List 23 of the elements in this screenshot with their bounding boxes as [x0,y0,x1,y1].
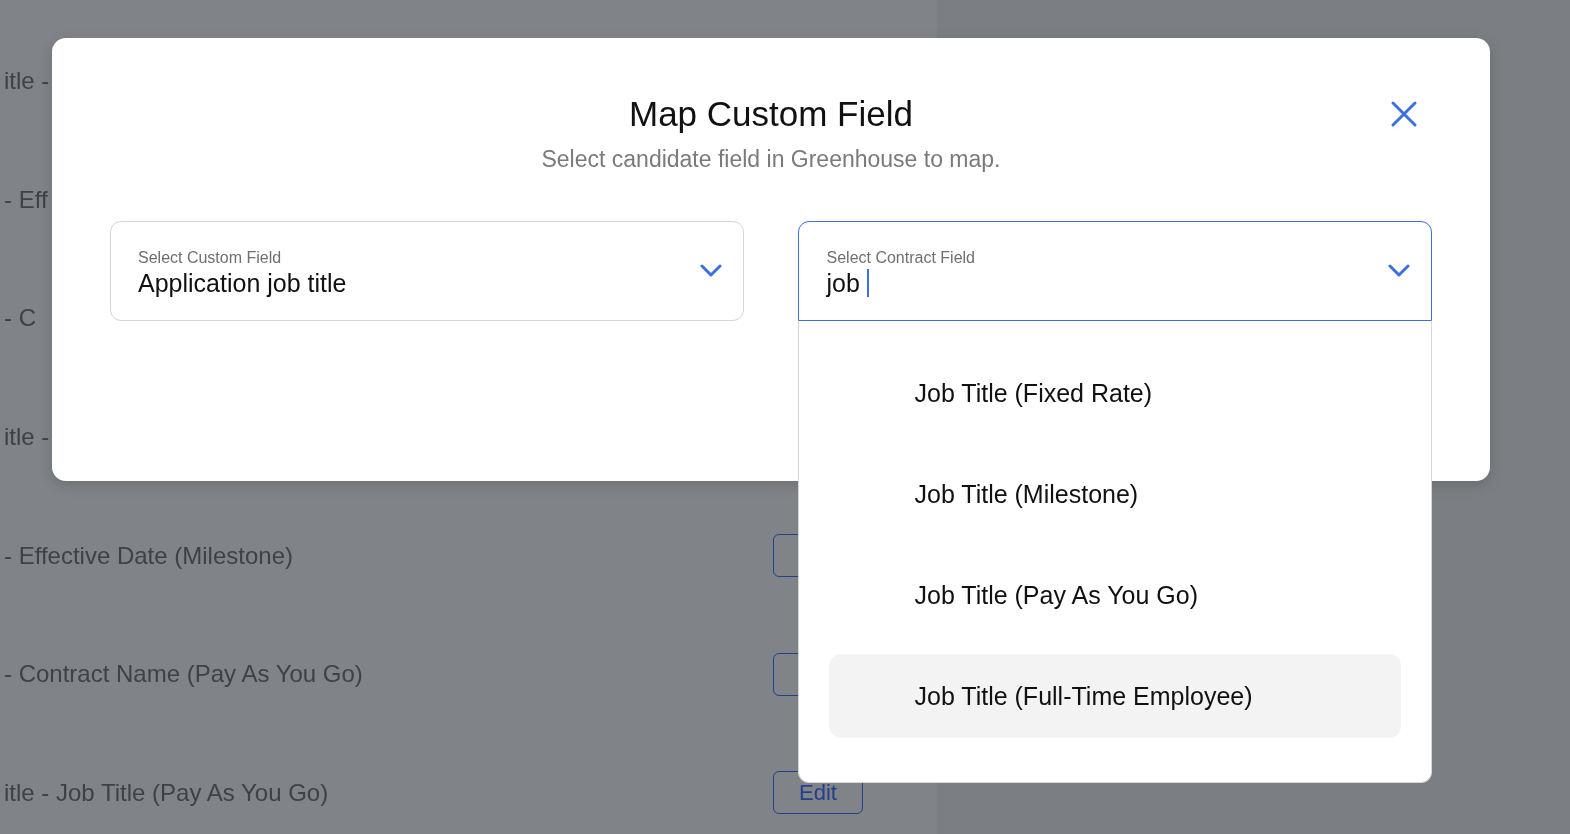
close-icon [1390,100,1418,128]
row-label: - Effective Date (Milestone) [4,541,293,570]
dropdown-option[interactable]: Job Title (Milestone) [828,452,1401,536]
field-label: Select Contract Field [826,248,975,267]
field-label: Select Custom Field [138,248,283,267]
chevron-down-icon [1388,264,1410,278]
dialog-subtitle: Select candidate field in Greenhouse to map. [541,146,1001,173]
row-label: - Eff [4,185,48,214]
dialog-title: Map Custom Field [629,94,913,134]
row-label: itle - Job Title (Pay As You Go) [4,778,329,807]
field-value: job [826,268,860,298]
text-cursor [866,269,869,297]
select-field[interactable]: Select Custom Field Application job title [110,221,744,321]
row-label: itle - [4,423,50,452]
row-label: - Contract Name (Pay As You Go) [4,660,363,689]
row-label: itle - [4,67,50,96]
dropdown-option[interactable]: Job Title (Fixed Rate) [828,351,1401,435]
chevron-down-icon [699,264,722,278]
field-value: Application job title [138,268,347,298]
row-label: - C [4,304,36,333]
close-button[interactable] [1390,100,1418,128]
dropdown-option[interactable]: Job Title (Pay As You Go) [828,553,1401,637]
dropdown-option[interactable]: Job Title (Full-Time Employee) [828,654,1401,738]
